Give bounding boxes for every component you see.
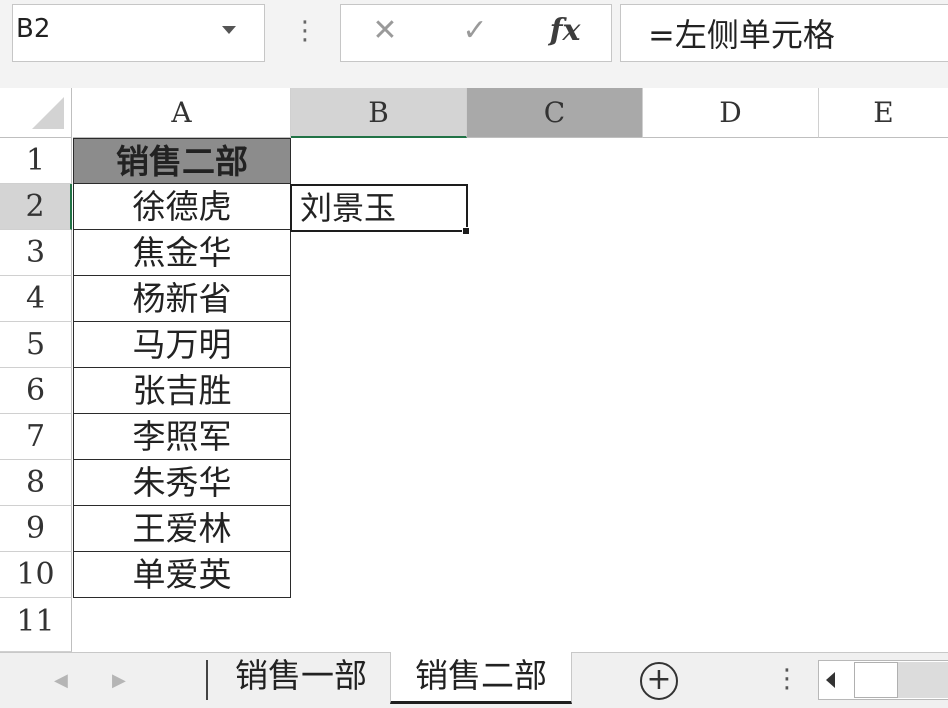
enter-icon[interactable]: ✓: [450, 14, 500, 48]
name-box-value: B2: [16, 14, 51, 44]
row-header-4[interactable]: 4: [0, 276, 72, 322]
insert-function-icon[interactable]: fx: [540, 14, 590, 48]
row-header-9[interactable]: 9: [0, 506, 72, 552]
column-header-c[interactable]: C: [467, 88, 643, 138]
row-header-5[interactable]: 5: [0, 322, 72, 368]
cancel-icon[interactable]: ✕: [360, 14, 410, 48]
select-all-triangle-icon: [32, 97, 64, 129]
row-header-2[interactable]: 2: [0, 184, 72, 230]
row-header-3[interactable]: 3: [0, 230, 72, 276]
column-header-b[interactable]: B: [291, 88, 467, 138]
fill-handle[interactable]: [462, 227, 470, 235]
cell-a9[interactable]: 王爱林: [73, 506, 291, 552]
more-options-icon[interactable]: ⋮: [292, 14, 318, 48]
scrollbar-thumb[interactable]: [854, 662, 898, 698]
scroll-left-icon[interactable]: [826, 672, 835, 688]
cell-a1[interactable]: 销售二部: [73, 138, 291, 184]
cell-a3[interactable]: 焦金华: [73, 230, 291, 276]
cell-a8[interactable]: 朱秀华: [73, 460, 291, 506]
column-header-a[interactable]: A: [73, 88, 291, 138]
column-header-d[interactable]: D: [643, 88, 819, 138]
cell-a6[interactable]: 张吉胜: [73, 368, 291, 414]
row-header-11[interactable]: 11: [0, 598, 72, 652]
formula-text: =左侧单元格: [648, 16, 835, 54]
cell-a4[interactable]: 杨新省: [73, 276, 291, 322]
sheet-tab-sales-1[interactable]: 销售一部: [212, 654, 390, 700]
sheet-tab-sales-2-active[interactable]: 销售二部: [390, 652, 572, 704]
cell-b2-active[interactable]: 刘景玉: [290, 184, 468, 232]
cell-a7[interactable]: 李照军: [73, 414, 291, 460]
more-tabs-icon[interactable]: ⋮: [774, 664, 800, 698]
next-sheet-icon[interactable]: ▶: [112, 670, 126, 691]
tab-divider: [206, 660, 208, 700]
row-header-6[interactable]: 6: [0, 368, 72, 414]
chevron-down-icon[interactable]: [222, 26, 236, 34]
row-header-7[interactable]: 7: [0, 414, 72, 460]
cell-a2[interactable]: 徐德虎: [73, 184, 291, 230]
row-header-1[interactable]: 1: [0, 138, 72, 184]
scrollbar-track[interactable]: [898, 662, 948, 698]
prev-sheet-icon[interactable]: ◀: [54, 670, 68, 691]
row-header-10[interactable]: 10: [0, 552, 72, 598]
cell-a5[interactable]: 马万明: [73, 322, 291, 368]
column-header-e[interactable]: E: [819, 88, 948, 138]
row-header-8[interactable]: 8: [0, 460, 72, 506]
add-sheet-icon[interactable]: +: [640, 662, 678, 700]
cell-a10[interactable]: 单爱英: [73, 552, 291, 598]
